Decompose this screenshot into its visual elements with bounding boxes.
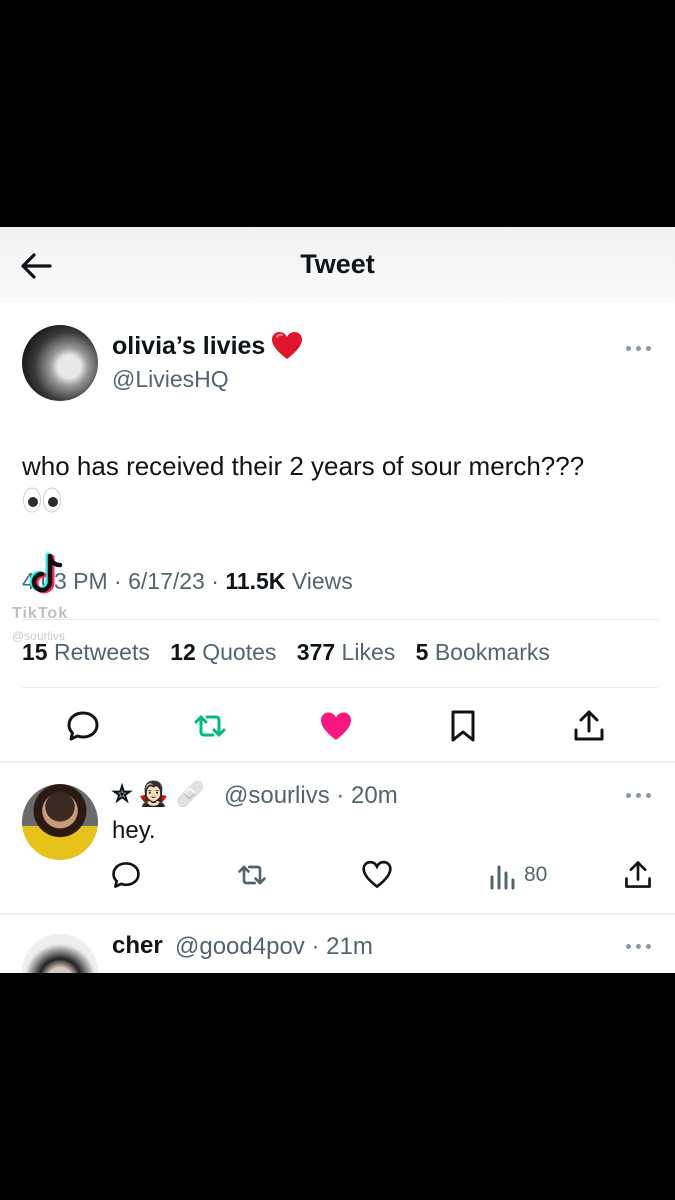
- tweet-text: who has received their 2 years of sour m…: [22, 451, 585, 481]
- reply-avatar[interactable]: [22, 784, 98, 860]
- red-heart-emoji-icon: [272, 332, 302, 359]
- reply-avatar[interactable]: [22, 934, 98, 973]
- quotes-stat[interactable]: 12 Quotes: [170, 639, 276, 665]
- bookmark-icon[interactable]: [445, 708, 481, 744]
- page-title: Tweet: [300, 249, 375, 279]
- tweet-screen: Tweet olivia’s livies @LiviesHQ who has …: [0, 227, 675, 973]
- share-icon[interactable]: [622, 859, 654, 891]
- reply-handle: @good4pov: [175, 933, 305, 960]
- reply-icon[interactable]: [110, 859, 142, 891]
- reply-meta[interactable]: @good4pov · 21m: [175, 933, 373, 961]
- share-icon[interactable]: [571, 708, 607, 744]
- like-icon[interactable]: [318, 709, 354, 745]
- views-count: 11.5K: [225, 568, 286, 594]
- reply-handle: @sourlivs: [224, 782, 330, 809]
- author-name[interactable]: olivia’s livies: [112, 332, 265, 361]
- views-label: Views: [291, 568, 353, 594]
- more-icon[interactable]: [626, 343, 654, 353]
- tiktok-logo-icon: [29, 552, 63, 594]
- retweets-stat[interactable]: 15 Retweets: [22, 639, 150, 665]
- reply-text: hey.: [112, 817, 156, 844]
- reply-author-name[interactable]: cher: [112, 932, 163, 960]
- reply-author-name[interactable]: ✮ 🧛🏻‍♀️ 🩹: [112, 780, 205, 809]
- reply-meta[interactable]: @sourlivs · 20m: [224, 782, 398, 810]
- tweet-stats: 15 Retweets 12 Quotes 377 Likes 5 Bookma…: [22, 639, 564, 666]
- reply-icon[interactable]: [65, 708, 101, 744]
- retweet-icon[interactable]: [192, 708, 228, 744]
- like-icon[interactable]: [361, 859, 393, 891]
- eyes-emoji-icon: [23, 487, 61, 513]
- reply-time: 21m: [326, 933, 373, 960]
- tiktok-watermark: TikTok: [12, 605, 69, 622]
- reply-time: 20m: [351, 782, 398, 809]
- divider: [0, 913, 675, 915]
- reply-views-count: 80: [524, 863, 548, 886]
- likes-stat[interactable]: 377 Likes: [297, 639, 395, 665]
- tweet-meta: 4:03 PM · 6/17/23 · 11.5K Views: [22, 568, 353, 594]
- author-handle[interactable]: @LiviesHQ: [112, 366, 229, 393]
- retweet-icon[interactable]: [236, 859, 268, 891]
- top-bar: Tweet: [0, 227, 675, 303]
- bookmarks-stat[interactable]: 5 Bookmarks: [416, 639, 550, 665]
- divider: [0, 761, 675, 763]
- tweet-date: 6/17/23: [128, 568, 205, 594]
- more-icon[interactable]: [626, 790, 654, 800]
- author-avatar[interactable]: [22, 325, 98, 401]
- views-icon[interactable]: [488, 861, 518, 891]
- more-icon[interactable]: [626, 941, 654, 951]
- divider: [22, 687, 658, 688]
- divider: [22, 619, 658, 620]
